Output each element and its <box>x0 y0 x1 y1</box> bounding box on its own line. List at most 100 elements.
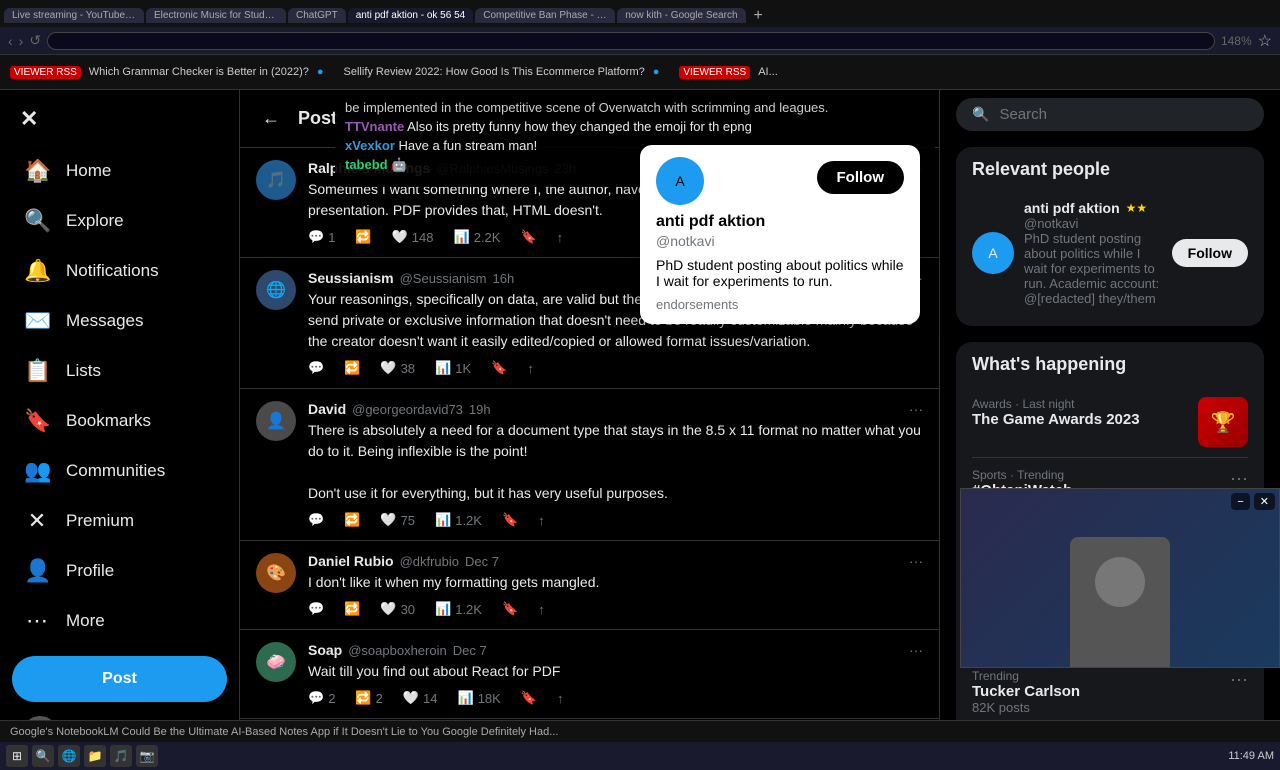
taskbar-app-2[interactable]: 📷 <box>136 745 158 767</box>
tweet-5-retweet[interactable]: 🔁 2 <box>355 690 382 706</box>
viewer-rss-logo-2: VIEWER RSS <box>679 66 750 79</box>
tweet-2-share[interactable]: ↑ <box>527 361 534 376</box>
tweet-4-body: Daniel Rubio @dkfrubio Dec 7 ··· I don't… <box>308 553 923 617</box>
taskbar-start[interactable]: ⊞ <box>6 745 28 767</box>
sidebar-profile[interactable]: S Sulack @Sulack ··· <box>12 706 227 720</box>
whats-happening-title: What's happening <box>972 354 1248 375</box>
tweet-5-meta: Soap @soapboxheroin Dec 7 ··· <box>308 642 923 658</box>
tweet-2-views: 📊 1K <box>435 360 471 376</box>
premium-icon: ✕ <box>24 508 50 534</box>
tweet-5-more[interactable]: ··· <box>909 642 923 658</box>
tweet-4-retweet[interactable]: 🔁 <box>344 601 360 617</box>
tweet-5-reply[interactable]: 💬 2 <box>308 690 335 706</box>
twitter-logo[interactable]: ✕ <box>12 98 227 140</box>
video-background <box>961 489 1279 667</box>
tweet-5-share[interactable]: ↑ <box>557 691 564 706</box>
nav-bookmarks[interactable]: 🔖 Bookmarks <box>12 398 227 444</box>
search-box[interactable]: 🔍 <box>956 98 1264 131</box>
video-pip[interactable]: − ✕ <box>960 488 1280 668</box>
address-bar-container: ‹ › ↺ https://twitter.com/notkavi/status… <box>0 27 1280 54</box>
new-tab-button[interactable]: + <box>748 5 769 27</box>
tweet-2-reply[interactable]: 💬 <box>308 360 324 376</box>
tab-4[interactable]: anti pdf aktion - ok 56 54 <box>348 8 474 23</box>
nav-communities[interactable]: 👥 Communities <box>12 448 227 494</box>
tweet-5-like[interactable]: 🤍 14 <box>403 690 438 706</box>
taskbar-search[interactable]: 🔍 <box>32 745 54 767</box>
tab-1[interactable]: Live streaming - YouTube Studio <box>4 8 144 23</box>
tweet-2-retweet[interactable]: 🔁 <box>344 360 360 376</box>
tweet-1-reply[interactable]: 💬 1 <box>308 229 335 245</box>
tweet-4-share[interactable]: ↑ <box>538 602 545 617</box>
nav-explore[interactable]: 🔍 Explore <box>12 198 227 244</box>
tweet-4-like[interactable]: 🤍 30 <box>380 601 415 617</box>
tweet-3-reply[interactable]: 💬 <box>308 512 324 528</box>
tweet-5-avatar: 🧼 <box>256 642 296 682</box>
pip-close-button[interactable]: ✕ <box>1254 493 1275 510</box>
search-input[interactable] <box>999 106 1248 123</box>
tweet-3-text: There is absolutely a need for a documen… <box>308 420 923 504</box>
post-button[interactable]: Post <box>12 656 227 702</box>
video-pip-controls: − ✕ <box>1231 493 1275 510</box>
back-button[interactable]: ← <box>256 102 286 135</box>
tweet-3-share[interactable]: ↑ <box>538 513 545 528</box>
tweet-4-handle: @dkfrubio <box>400 554 459 569</box>
bottom-news-bar: Google's NotebookLM Could Be the Ultimat… <box>0 720 1280 742</box>
tweet-3-retweet[interactable]: 🔁 <box>344 512 360 528</box>
trending-5-tag: Tucker Carlson <box>972 683 1080 700</box>
tweet-2-handle: @Seussianism <box>400 271 487 286</box>
trending-item-1[interactable]: Awards · Last night The Game Awards 2023… <box>972 387 1248 458</box>
tweet-1-avatar: 🎵 <box>256 160 296 200</box>
tweet-1-share[interactable]: ↑ <box>557 230 564 245</box>
browser-tabs: Live streaming - YouTube Studio Electron… <box>0 0 1280 27</box>
nav-home[interactable]: 🏠 Home <box>12 148 227 194</box>
tab-3[interactable]: ChatGPT <box>288 8 346 23</box>
tab-5[interactable]: Competitive Ban Phase - 1 vs... <box>475 8 615 23</box>
taskbar-app-1[interactable]: 🎵 <box>110 745 132 767</box>
ticker-content: VIEWER RSS Which Grammar Checker is Bett… <box>0 66 788 79</box>
notifications-icon: 🔔 <box>24 258 50 284</box>
trending-item-5[interactable]: Trending Tucker Carlson 82K posts ··· <box>972 659 1248 720</box>
tweet-3-bookmark[interactable]: 🔖 <box>502 512 518 528</box>
trending-5-more[interactable]: ··· <box>1230 669 1248 715</box>
nav-messages[interactable]: ✉️ Messages <box>12 298 227 344</box>
nav-profile-label: Profile <box>66 561 114 581</box>
taskbar: ⊞ 🔍 🌐 📁 🎵 📷 11:49 AM <box>0 742 1280 770</box>
tweet-3-more[interactable]: ··· <box>909 401 923 417</box>
tab-6[interactable]: now kith - Google Search <box>617 8 745 23</box>
relevant-person-1-name: anti pdf aktion <box>1024 200 1120 216</box>
tweet-4-bookmark[interactable]: 🔖 <box>502 601 518 617</box>
tweet-4: 🎨 Daniel Rubio @dkfrubio Dec 7 ··· I don… <box>240 541 939 630</box>
chat-user-xvexkor: xVexkor <box>345 138 395 153</box>
taskbar-files[interactable]: 📁 <box>84 745 106 767</box>
back-nav-button[interactable]: ‹ <box>8 33 13 49</box>
tweet-2-bookmark[interactable]: 🔖 <box>491 360 507 376</box>
star-bookmark[interactable]: ☆ <box>1258 31 1272 51</box>
tweet-4-reply[interactable]: 💬 <box>308 601 324 617</box>
nav-lists[interactable]: 📋 Lists <box>12 348 227 394</box>
nav-notifications[interactable]: 🔔 Notifications <box>12 248 227 294</box>
forward-nav-button[interactable]: › <box>19 33 24 49</box>
tweet-4-more[interactable]: ··· <box>909 553 923 569</box>
ticker-item-3: VIEWER RSS AI... <box>679 66 777 79</box>
nav-premium[interactable]: ✕ Premium <box>12 498 227 544</box>
popup-follow-button[interactable]: Follow <box>817 161 905 194</box>
tweet-1-bookmark[interactable]: 🔖 <box>520 229 536 245</box>
pip-minimize-button[interactable]: − <box>1231 493 1249 510</box>
tweet-3-like[interactable]: 🤍 75 <box>380 512 415 528</box>
tweet-2-like[interactable]: 🤍 38 <box>380 360 415 376</box>
tab-2[interactable]: Electronic Music for Studying... <box>146 8 286 23</box>
tweet-1-like[interactable]: 🤍 148 <box>392 229 434 245</box>
search-icon: 🔍 <box>972 106 989 123</box>
tweet-5-bookmark[interactable]: 🔖 <box>521 690 537 706</box>
nav-profile[interactable]: 👤 Profile <box>12 548 227 594</box>
tweet-1-retweet[interactable]: 🔁 <box>355 229 371 245</box>
ticker-text-2: Sellify Review 2022: How Good Is This Ec… <box>344 66 645 78</box>
tweet-2-time: 16h <box>493 271 515 286</box>
reload-button[interactable]: ↺ <box>29 32 41 49</box>
taskbar-browser[interactable]: 🌐 <box>58 745 80 767</box>
address-input[interactable]: https://twitter.com/notkavi/status/17384… <box>47 32 1215 50</box>
follow-button-1[interactable]: Follow <box>1172 239 1248 267</box>
zoom-level: 148% <box>1221 34 1252 48</box>
chat-user-ttvnante: TTVnante <box>345 119 404 134</box>
nav-more[interactable]: ⋯ More <box>12 598 227 644</box>
